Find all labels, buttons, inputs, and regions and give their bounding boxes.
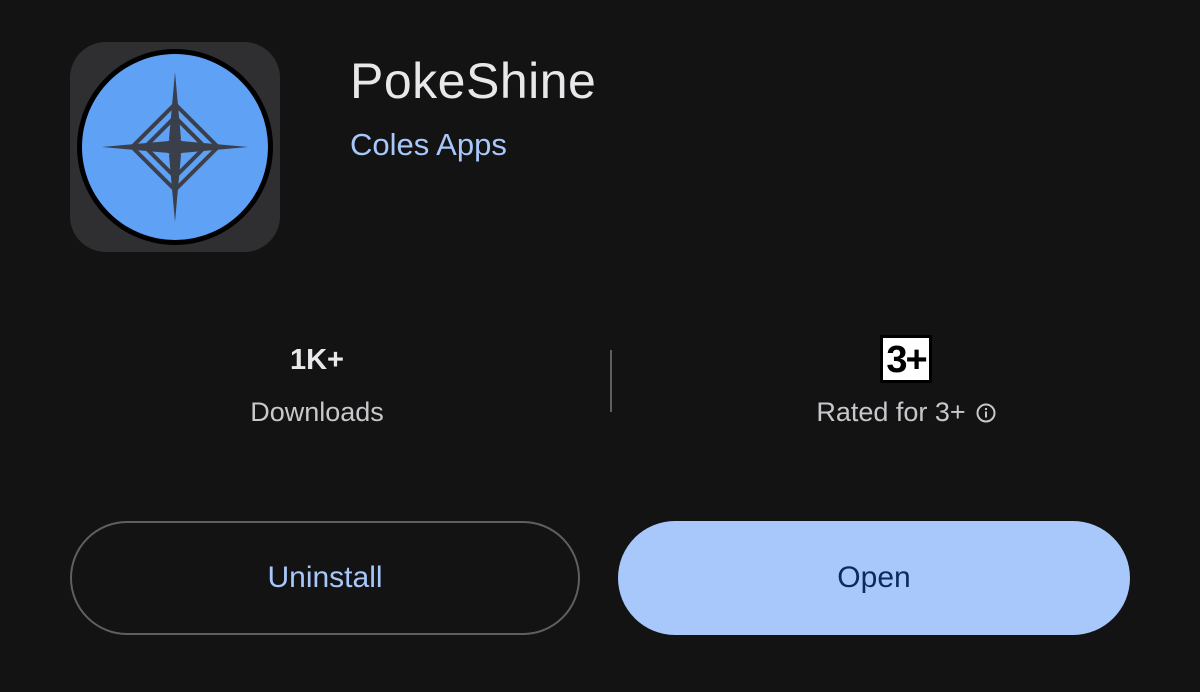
content-rating-badge: 3+ — [880, 335, 932, 383]
content-rating-label: Rated for 3+ — [816, 397, 966, 427]
downloads-count: 1K+ — [289, 344, 344, 376]
info-icon[interactable] — [976, 403, 996, 423]
downloads-stat: 1K+ Downloads — [117, 335, 517, 428]
developer-link[interactable]: Coles Apps — [350, 127, 507, 163]
content-rating-stat[interactable]: 3+ Rated for 3+ — [706, 335, 1106, 428]
app-details-page: PokeShine Coles Apps 1K+ Downloads 3+ Ra… — [0, 0, 1200, 692]
open-button[interactable]: Open — [618, 521, 1130, 635]
app-title: PokeShine — [350, 53, 597, 109]
stats-divider — [610, 350, 612, 412]
downloads-label: Downloads — [250, 397, 384, 427]
pokeshine-logo-icon — [70, 42, 280, 252]
uninstall-button[interactable]: Uninstall — [70, 521, 580, 635]
